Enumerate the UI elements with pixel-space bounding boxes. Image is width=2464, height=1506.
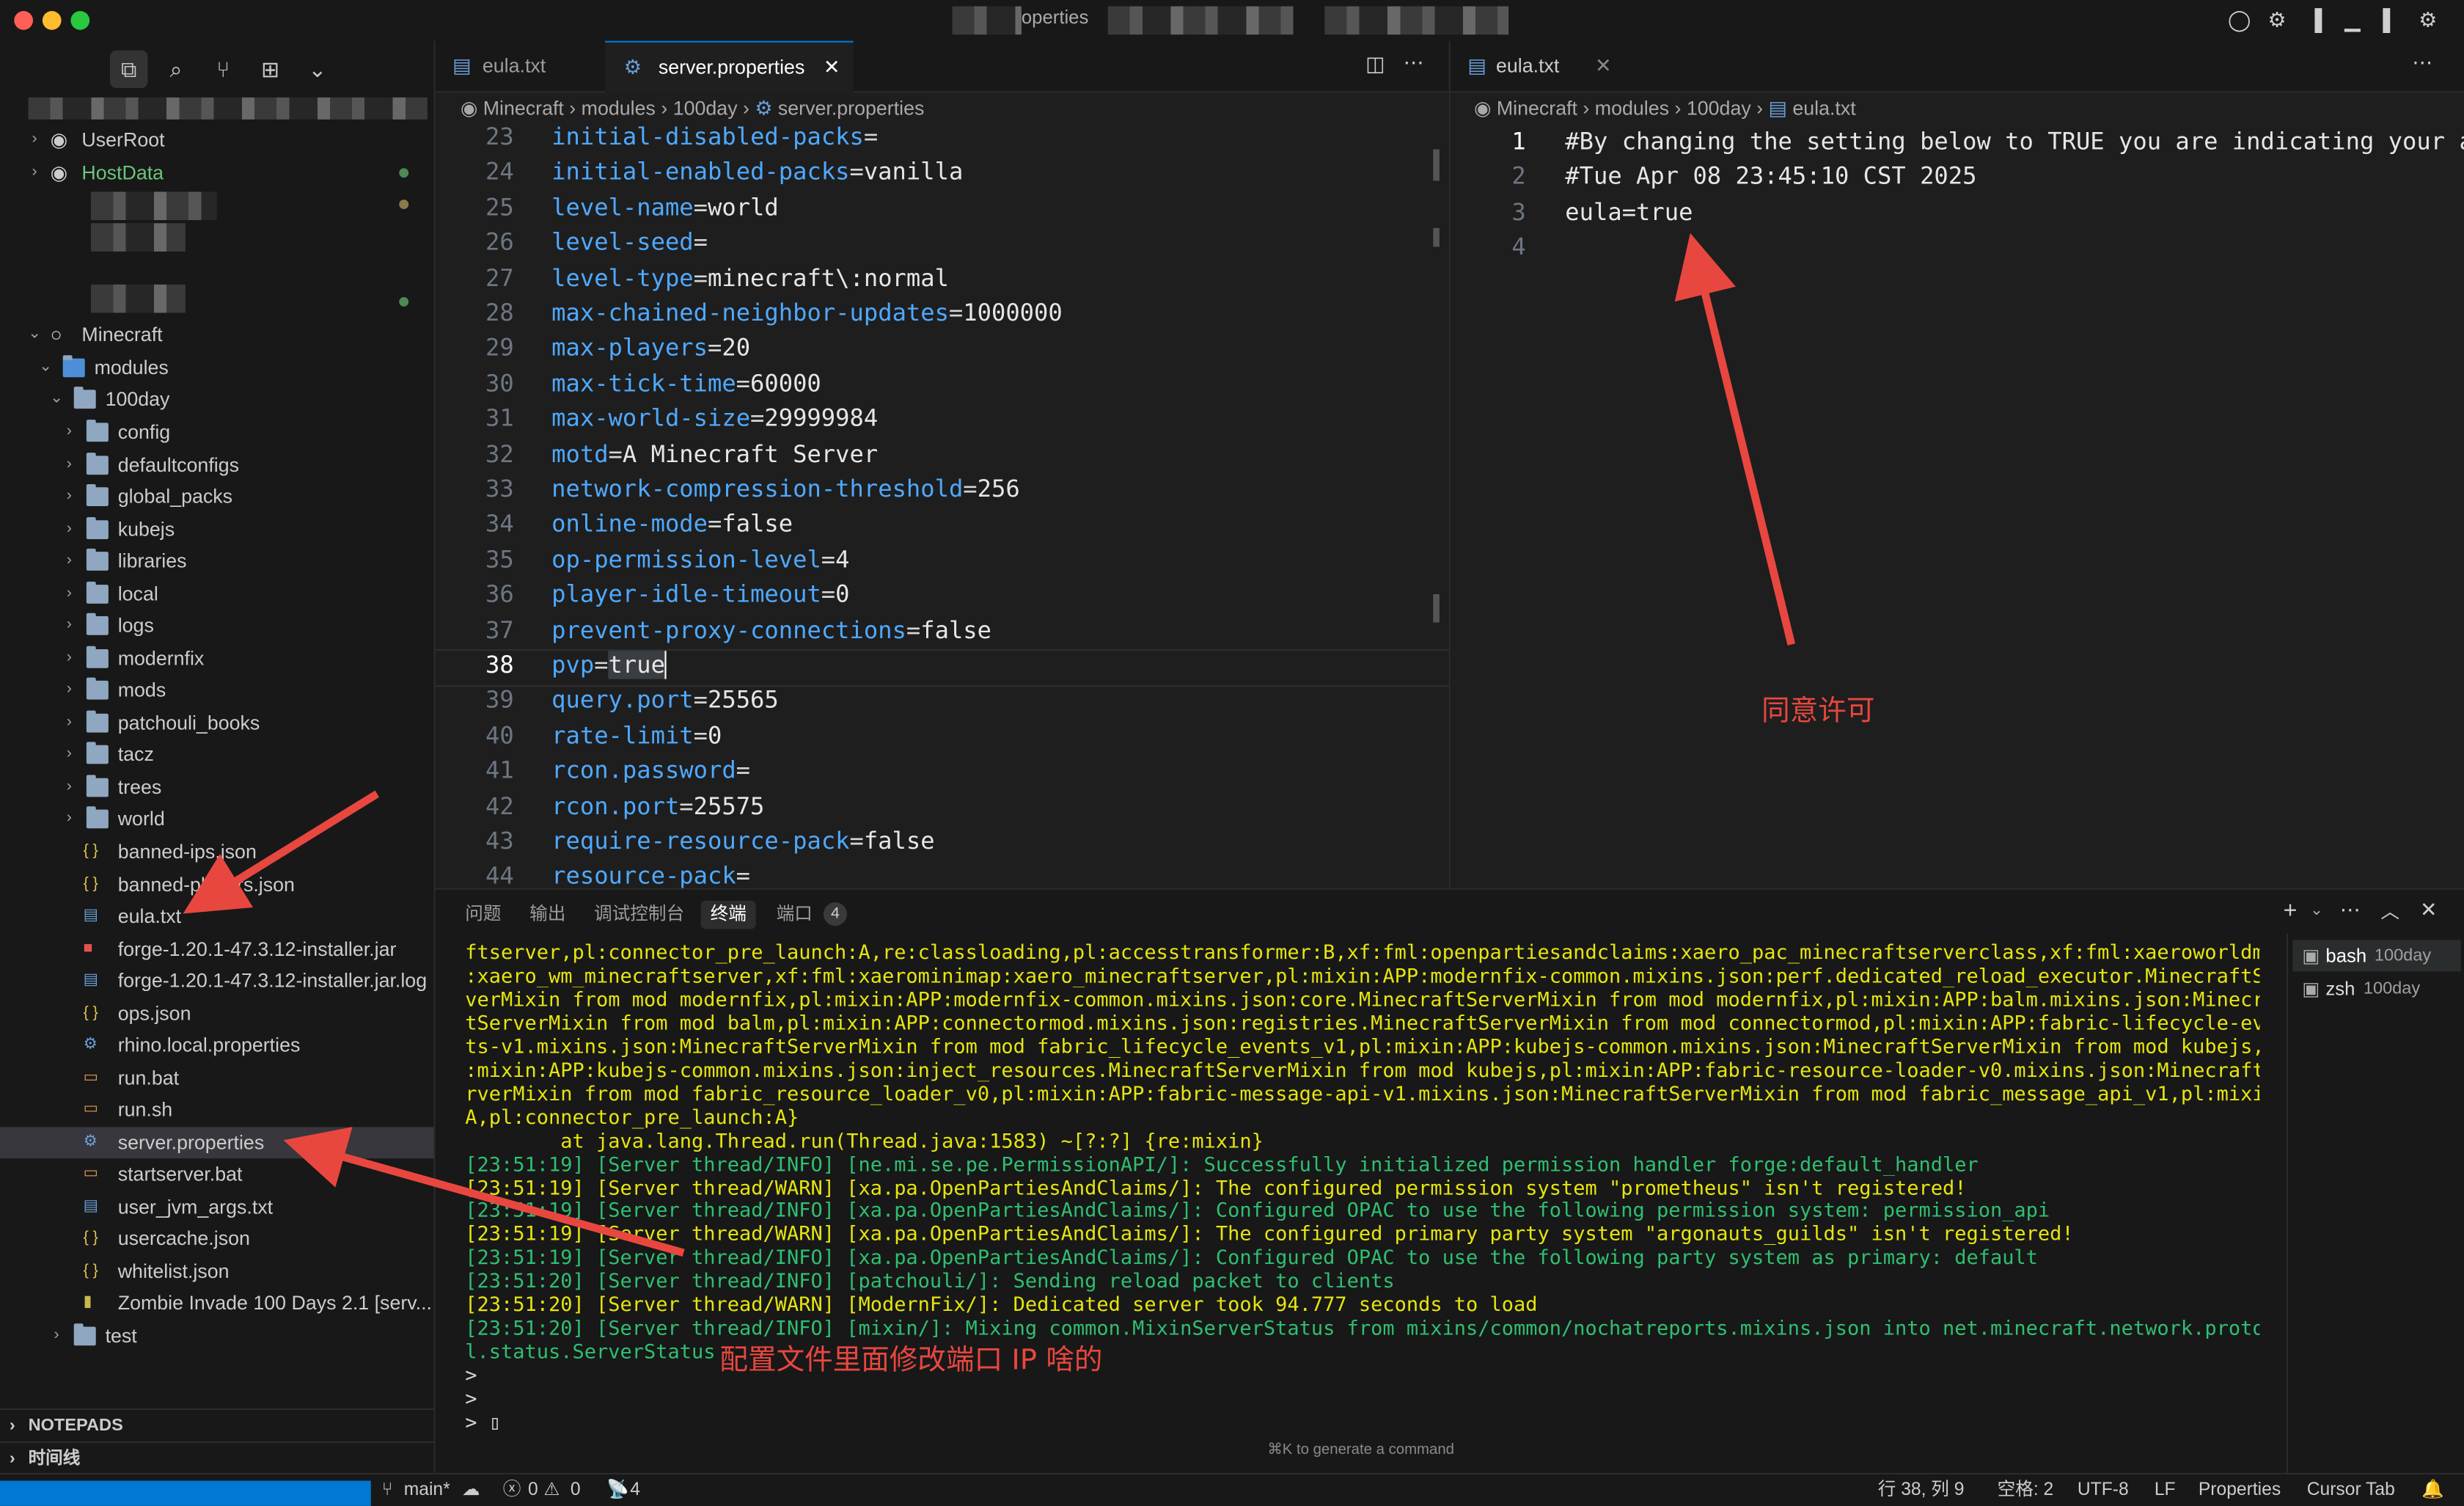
annotation-arrows: [183, 233, 1796, 1257]
arrow-eula-file: [183, 790, 380, 914]
arrow-eula: [1674, 233, 1796, 646]
annotation-config-ports: 配置文件里面修改端口 IP 啥的: [719, 1344, 1103, 1378]
annotation-agree-license: 同意许可: [1761, 695, 1875, 728]
arrow-server-properties: [283, 1127, 685, 1257]
